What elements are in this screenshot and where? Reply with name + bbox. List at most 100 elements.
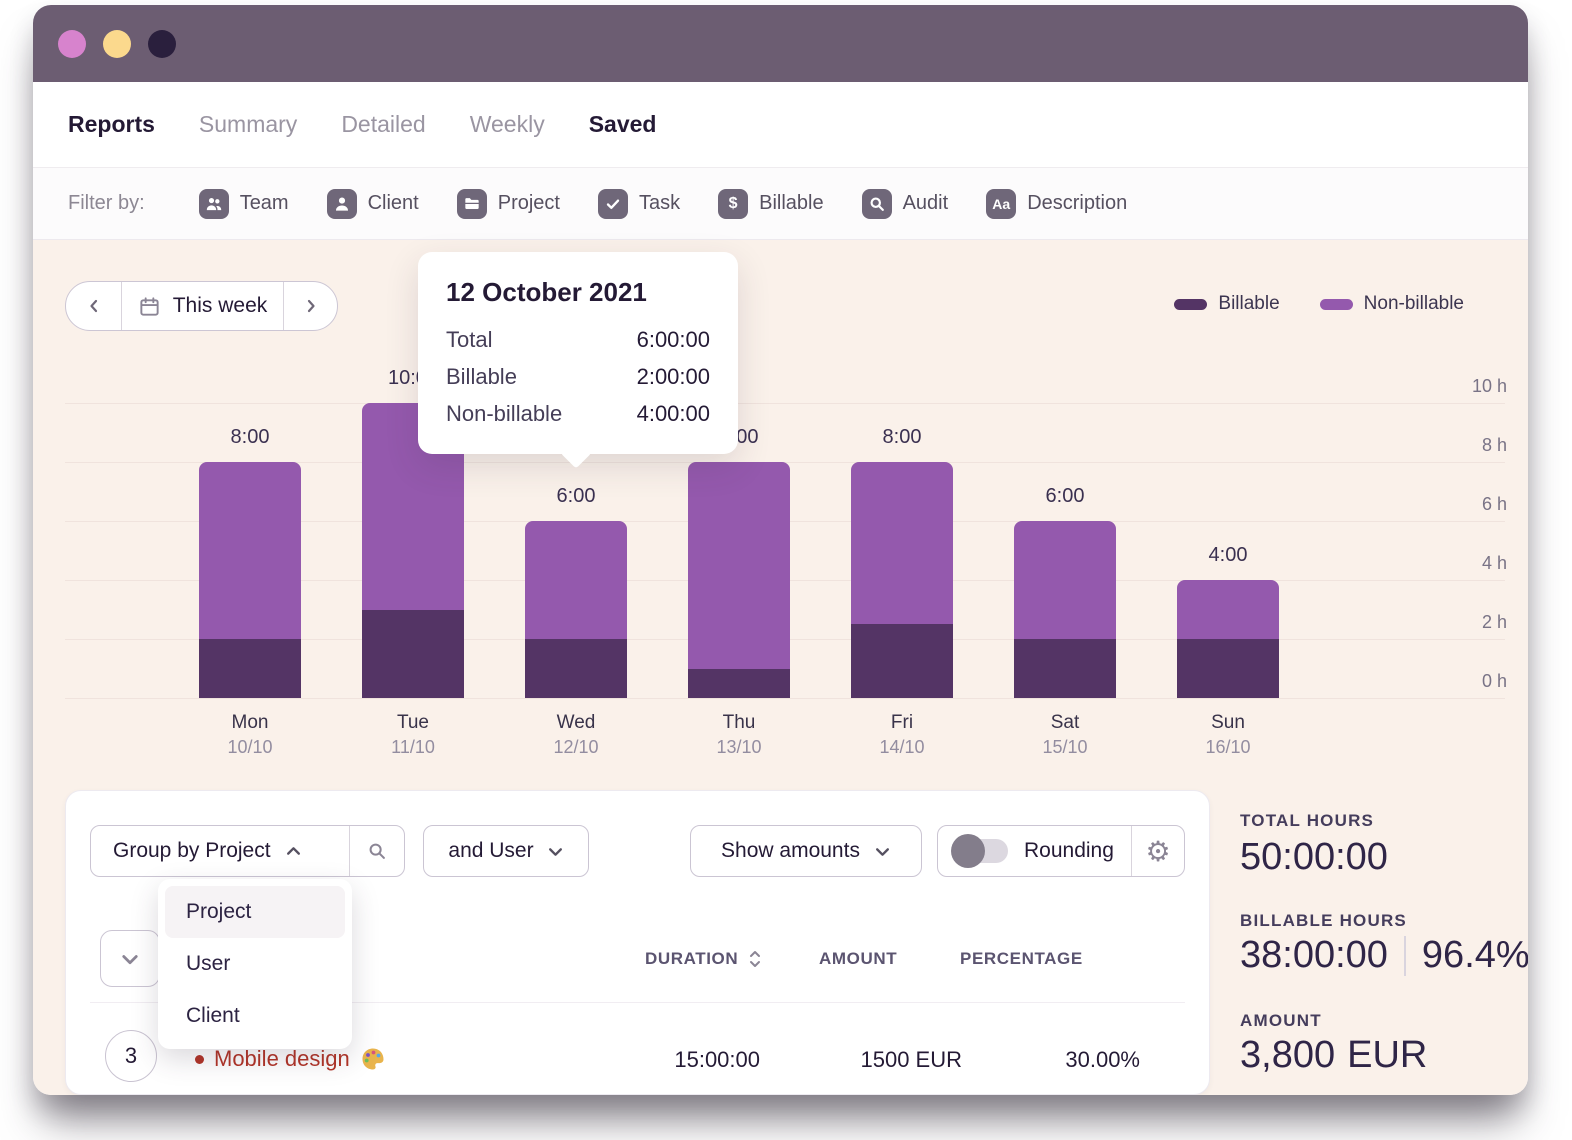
search-icon	[366, 840, 388, 862]
group-by-dropdown[interactable]: Group by Project	[90, 825, 405, 877]
chevron-up-icon	[285, 843, 302, 860]
tooltip-billable-label: Billable	[446, 358, 517, 395]
rounding-settings-button[interactable]: ⚙	[1132, 835, 1184, 868]
y-axis-tick-label: 0 h	[1427, 671, 1507, 692]
legend-swatch-icon	[1174, 299, 1207, 310]
menu-item-project[interactable]: Project	[165, 886, 345, 938]
divider	[1404, 936, 1406, 976]
gear-icon: ⚙	[1145, 835, 1170, 868]
y-axis-tick-label: 6 h	[1427, 494, 1507, 515]
gridline	[65, 403, 1505, 404]
bar-billable-segment[interactable]	[199, 639, 301, 698]
rounding-label: Rounding	[1024, 839, 1114, 863]
y-axis-tick-label: 2 h	[1427, 612, 1507, 633]
x-axis-date-label: 10/10	[169, 737, 331, 758]
and-user-label: and User	[448, 839, 533, 863]
bar-billable-segment[interactable]	[1177, 639, 1279, 698]
calendar-icon	[138, 295, 161, 318]
x-axis-day-label: Wed	[495, 712, 657, 734]
palette-icon	[360, 1046, 386, 1072]
menu-item-user[interactable]: User	[165, 938, 345, 990]
bar-total-label: 4:00	[1147, 544, 1309, 567]
bar-nonbillable-segment[interactable]	[688, 462, 790, 698]
x-axis-day-label: Thu	[658, 712, 820, 734]
legend-entry-non-billable[interactable]: Non-billable	[1320, 293, 1464, 315]
and-user-dropdown[interactable]: and User	[423, 825, 589, 877]
sort-icon	[748, 949, 762, 969]
column-header-duration[interactable]: DURATION	[645, 949, 762, 969]
x-axis-day-label: Sun	[1147, 712, 1309, 734]
x-axis-date-label: 16/10	[1147, 737, 1309, 758]
amount-label: AMOUNT	[1240, 1011, 1322, 1031]
column-header-amount[interactable]: AMOUNT	[819, 949, 897, 969]
legend-label: Non-billable	[1364, 293, 1464, 315]
bar-billable-segment[interactable]	[1014, 639, 1116, 698]
group-search-button[interactable]	[350, 840, 404, 862]
legend-entry-billable[interactable]: Billable	[1174, 293, 1279, 315]
rounding-control: Rounding ⚙	[937, 825, 1185, 877]
bar-billable-segment[interactable]	[362, 610, 464, 699]
x-axis-date-label: 13/10	[658, 737, 820, 758]
x-axis-day-label: Sat	[984, 712, 1146, 734]
toggle-knob	[951, 834, 985, 868]
bar-billable-segment[interactable]	[525, 639, 627, 698]
group-by-label: Group by Project	[113, 839, 271, 863]
y-axis-tick-label: 4 h	[1427, 553, 1507, 574]
bar-total-label: 8:00	[169, 426, 331, 449]
x-axis-day-label: Mon	[169, 712, 331, 734]
x-axis-date-label: 12/10	[495, 737, 657, 758]
total-hours-label: TOTAL HOURS	[1240, 811, 1374, 831]
date-range-picker: This week	[65, 281, 338, 331]
bar-billable-segment[interactable]	[688, 669, 790, 699]
percentage-cell: 30.00%	[963, 1047, 1140, 1073]
bar-total-label: 6:00	[495, 485, 657, 508]
next-week-button[interactable]	[284, 282, 337, 330]
x-axis-date-label: 15/10	[984, 737, 1146, 758]
x-axis-date-label: 11/10	[332, 737, 494, 758]
chart-tooltip: 12 October 2021 Total 6:00:00 Billable 2:0…	[418, 252, 738, 454]
bar-billable-segment[interactable]	[851, 624, 953, 698]
duration-cell: 15:00:00	[583, 1047, 760, 1073]
rounding-toggle[interactable]	[954, 839, 1008, 863]
amount-currency: EUR	[1347, 1034, 1427, 1077]
billable-hours-row: 38:00:00 96.4%	[1240, 934, 1528, 977]
tooltip-total-label: Total	[446, 321, 492, 358]
amount-cell: 1500 EUR	[763, 1047, 962, 1073]
expand-row-button[interactable]	[100, 930, 160, 987]
amount-value: 3,800	[1240, 1034, 1335, 1077]
chevron-down-icon	[120, 949, 140, 969]
menu-item-client[interactable]: Client	[165, 990, 345, 1042]
tooltip-total-value: 6:00:00	[637, 321, 710, 358]
project-color-dot-icon	[195, 1055, 204, 1064]
show-amounts-dropdown[interactable]: Show amounts	[690, 825, 922, 877]
legend-label: Billable	[1218, 293, 1279, 315]
tooltip-nonbillable-value: 4:00:00	[637, 395, 710, 432]
bar-total-label: 6:00	[984, 485, 1146, 508]
x-axis-date-label: 14/10	[821, 737, 983, 758]
group-by-menu: Project User Client	[158, 879, 352, 1049]
billable-percentage-value: 96.4%	[1422, 934, 1528, 977]
chevron-down-icon	[547, 843, 564, 860]
tooltip-nonbillable-label: Non-billable	[446, 395, 562, 432]
column-header-percentage[interactable]: PERCENTAGE	[960, 949, 1083, 969]
x-axis-day-label: Fri	[821, 712, 983, 734]
total-hours-value: 50:00:00	[1240, 836, 1388, 879]
legend-swatch-icon	[1320, 299, 1353, 310]
gridline	[65, 698, 1505, 699]
billable-hours-value: 38:00:00	[1240, 934, 1388, 977]
tooltip-date: 12 October 2021	[446, 277, 710, 308]
bar-total-label: 8:00	[821, 426, 983, 449]
app-window: Reports Summary Detailed Weekly Saved Fi…	[33, 5, 1528, 1095]
tooltip-billable-value: 2:00:00	[637, 358, 710, 395]
this-week-button[interactable]: This week	[122, 282, 283, 330]
x-axis-day-label: Tue	[332, 712, 494, 734]
amount-row: 3,800 EUR	[1240, 1034, 1427, 1077]
chart-legend: Billable Non-billable	[1174, 293, 1464, 315]
billable-hours-label: BILLABLE HOURS	[1240, 911, 1407, 931]
y-axis-tick-label: 8 h	[1427, 435, 1507, 456]
y-axis-tick-label: 10 h	[1427, 376, 1507, 397]
date-range-label: This week	[173, 294, 268, 318]
chevron-down-icon	[874, 843, 891, 860]
prev-week-button[interactable]	[66, 282, 121, 330]
project-name-cell[interactable]: Mobile design	[195, 1046, 386, 1072]
